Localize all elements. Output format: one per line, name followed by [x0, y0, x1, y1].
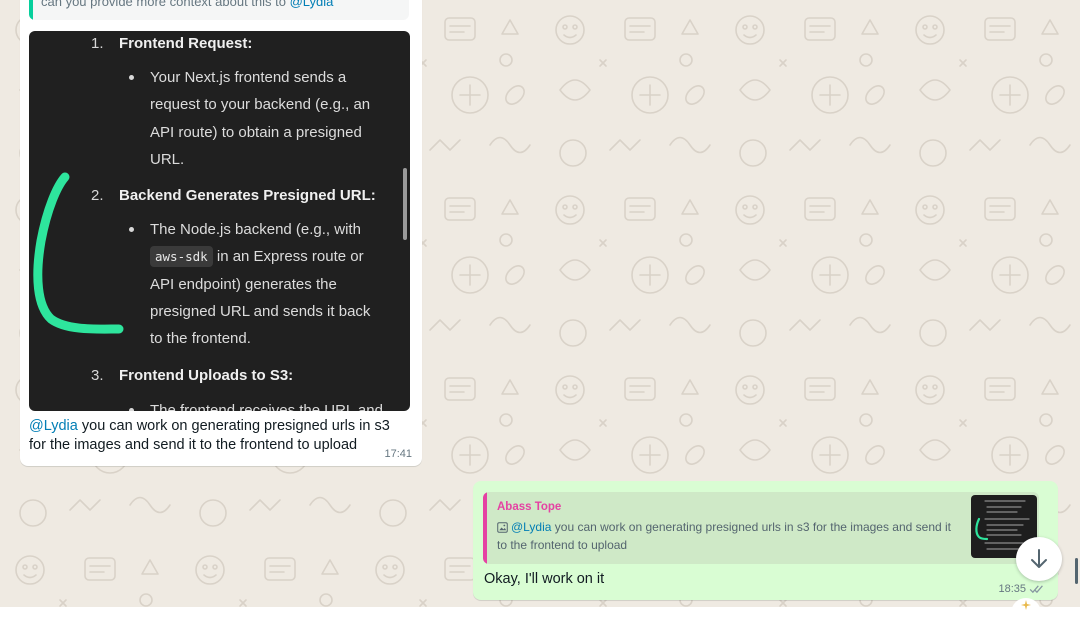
step-3-title: Frontend Uploads to S3: — [119, 367, 294, 384]
bullet-dot — [129, 75, 134, 80]
message-caption: @Lydia you can work on generating presig… — [29, 418, 390, 453]
incoming-message-bubble[interactable]: can you provide more context about this … — [20, 0, 422, 466]
step-1-title: Frontend Request: — [119, 35, 253, 52]
arrow-down-icon — [1031, 549, 1047, 568]
message-timestamp: 18:35 — [998, 583, 1044, 595]
step-1-number: 1. — [91, 35, 104, 52]
window-scroll-indicator[interactable] — [1075, 558, 1078, 584]
reply-text: @Lydia you can work on generating presig… — [497, 520, 952, 552]
image-icon — [497, 522, 508, 533]
scroll-to-bottom-button[interactable] — [1016, 537, 1062, 581]
reply-author: Abass Tope — [497, 501, 562, 513]
reply-preview[interactable]: Abass Tope @Lydia you can work on genera… — [483, 492, 1039, 564]
message-timestamp: 17:41 — [384, 448, 412, 460]
outgoing-message-text: Okay, I'll work on it — [484, 571, 605, 587]
step-2-number: 2. — [91, 187, 104, 204]
bullet-dot — [129, 227, 134, 232]
step-2-text: The Node.js backend (e.g., with aws-sdk … — [150, 221, 371, 348]
code-aws-sdk: aws-sdk — [150, 246, 213, 268]
caption-mention[interactable]: @Lydia — [29, 418, 78, 434]
step-3-text: The frontend receives the URL and — [150, 402, 383, 411]
quoted-mention: @Lydia — [289, 0, 334, 9]
step-1-text: Your Next.js frontend sends a request to… — [150, 69, 371, 168]
quote-accent-bar — [29, 0, 33, 20]
bullet-dot — [129, 408, 134, 411]
outgoing-message-bubble[interactable]: Abass Tope @Lydia you can work on genera… — [473, 481, 1058, 600]
reply-accent-bar — [483, 492, 487, 564]
quoted-message-text: can you provide more context about this … — [41, 0, 333, 9]
screenshot-scrollbar — [403, 168, 407, 240]
bottom-bar — [0, 607, 1080, 619]
shared-screenshot-image[interactable]: 1. Frontend Request: Your Next.js fronte… — [29, 31, 410, 411]
step-3-number: 3. — [91, 367, 104, 384]
step-2-title: Backend Generates Presigned URL: — [119, 187, 376, 204]
quoted-message[interactable]: can you provide more context about this … — [29, 0, 409, 20]
double-check-icon — [1029, 585, 1043, 594]
emoji-react-icon — [1021, 600, 1031, 610]
